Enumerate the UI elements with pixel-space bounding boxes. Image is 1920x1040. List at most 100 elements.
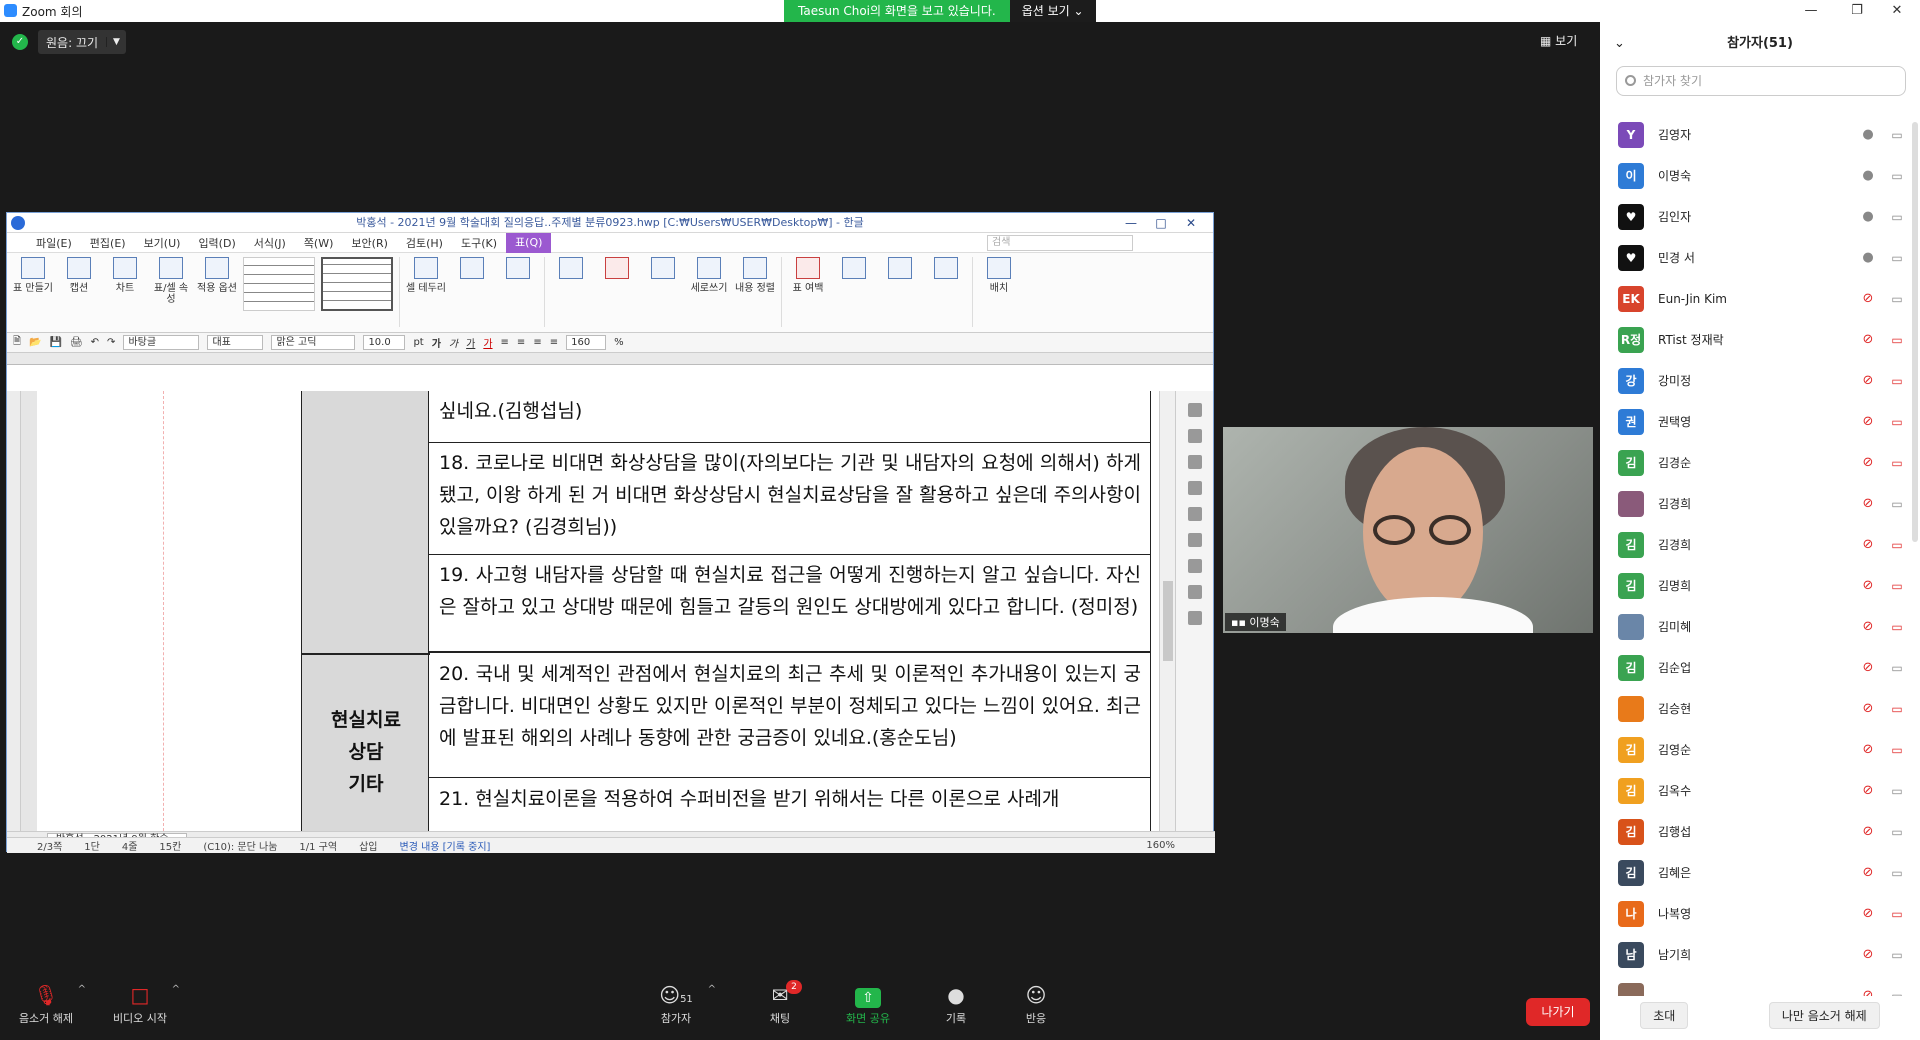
line-spacing-input[interactable]: 160 [566, 335, 607, 350]
menu-view[interactable]: 보기(U) [135, 235, 190, 251]
menu-edit[interactable]: 편집(E) [81, 235, 135, 251]
leave-button[interactable]: 나가기 [1526, 998, 1590, 1026]
save-icon[interactable]: 💾 [50, 337, 62, 348]
participant-row[interactable]: 나 나복영 ⊘ ▭ [1600, 893, 1920, 934]
participant-row[interactable]: 김 김경순 ⊘ ▭ [1600, 442, 1920, 483]
menu-security[interactable]: 보안(R) [342, 235, 396, 251]
side-tool-icon[interactable] [1187, 429, 1202, 443]
side-tool-icon[interactable] [1187, 455, 1202, 469]
participant-row[interactable]: 김 김경희 ⊘ ▭ [1600, 524, 1920, 565]
ribbon-cell-props[interactable]: 표/셀 속성 [151, 257, 191, 305]
participant-row[interactable]: 남 남기희 ⊘ ▭ [1600, 934, 1920, 975]
ribbon-chart[interactable]: 차트 [105, 257, 145, 294]
align-right-icon[interactable]: ≡ [533, 337, 541, 348]
print-icon[interactable]: 🖨 [70, 337, 83, 348]
invite-button[interactable]: 초대 [1640, 1001, 1689, 1029]
minimize-icon[interactable]: — [1788, 0, 1834, 22]
view-button[interactable]: ▦ 보기 [1540, 32, 1577, 49]
open-icon[interactable]: 📂 [29, 337, 41, 348]
side-tool-icon[interactable] [1187, 403, 1202, 417]
new-doc-icon[interactable]: 🗎 [13, 334, 21, 351]
participant-row[interactable]: 김경희 ⊘ ▭ [1600, 483, 1920, 524]
hwp-search-input[interactable]: 검색 [987, 234, 1133, 251]
participant-row[interactable]: ♥ 민경 서 ● ▭ [1600, 237, 1920, 278]
participant-search-input[interactable]: 참가자 찾기 [1616, 66, 1906, 96]
side-tool-icon[interactable] [1187, 585, 1202, 599]
unmute-button[interactable]: 🎙 음소거 해제 ^ [6, 980, 86, 1026]
bold-icon[interactable]: 가 [432, 335, 441, 350]
participant-row[interactable]: 김승현 ⊘ ▭ [1600, 688, 1920, 729]
ribbon-caption[interactable]: 캡션 [59, 257, 99, 294]
hwp-maximize-icon[interactable]: □ [1147, 213, 1175, 233]
audio-options-caret[interactable]: ^ [78, 984, 86, 995]
close-icon[interactable]: ✕ [1874, 0, 1920, 22]
video-options-caret[interactable]: ^ [172, 984, 180, 995]
participants-caret[interactable]: ^ [708, 984, 716, 995]
participant-row[interactable]: 김 김행섭 ⊘ ▭ [1600, 811, 1920, 852]
question-row[interactable]: 18. 코로나로 비대면 화상상담을 많이(자의보다는 기관 및 내담자의 요청… [429, 443, 1151, 555]
chat-button[interactable]: ✉ 2 채팅 [740, 980, 820, 1026]
question-row[interactable]: 21. 현실치료이론을 적용하여 수퍼비전을 받기 위해서는 다른 이론으로 사… [429, 779, 1151, 831]
align-justify-icon[interactable]: ≡ [550, 337, 558, 348]
ribbon-apply-options[interactable]: 적용 옵션 [197, 257, 237, 294]
ribbon-line-style[interactable] [498, 257, 538, 283]
participant-row[interactable]: 강 강미정 ⊘ ▭ [1600, 360, 1920, 401]
ribbon-line-color[interactable] [452, 257, 492, 283]
scrollbar-thumb[interactable] [1163, 581, 1173, 661]
ribbon-insert-row[interactable] [551, 257, 591, 283]
font-color-icon[interactable]: 가 [483, 335, 492, 350]
font-select[interactable]: 맑은 고딕 [271, 335, 356, 350]
chevron-down-icon[interactable]: ⌄ [1614, 22, 1625, 66]
chevron-down-icon[interactable]: ▼ [106, 37, 126, 47]
question-row[interactable]: 19. 사고형 내담자를 상담할 때 현실치료 접근을 어떻게 진행하는지 알고… [429, 555, 1151, 653]
style-select[interactable]: 바탕글 [123, 335, 200, 350]
menu-insert[interactable]: 입력(D) [189, 235, 244, 251]
menu-page[interactable]: 쪽(W) [295, 235, 343, 251]
font-size-input[interactable]: 10.0 [363, 335, 406, 350]
table-style-preview-selected[interactable] [321, 257, 393, 311]
align-left-icon[interactable]: ≡ [501, 337, 509, 348]
participant-row[interactable]: EK Eun-Jin Kim ⊘ ▭ [1600, 278, 1920, 319]
hwp-minimize-icon[interactable]: — [1117, 213, 1145, 233]
unmute-me-button[interactable]: 나만 음소거 해제 [1768, 1001, 1880, 1029]
menu-file[interactable]: 파일(E) [27, 235, 81, 251]
align-center-icon[interactable]: ≡ [517, 337, 525, 348]
reactions-button[interactable]: ☺ 반응 [996, 980, 1076, 1026]
participant-video-tile[interactable]: ▪▪ 이명숙 [1223, 427, 1593, 633]
side-tool-icon[interactable] [1187, 611, 1202, 625]
original-sound-button[interactable]: 원음: 끄기 ▼ [38, 30, 126, 54]
view-options-button[interactable]: 옵션 보기 ⌄ [1009, 0, 1096, 22]
participant-list[interactable]: Y 김영자 ● ▭ 이 이명숙 ● ▭ ♥ 김인자 ● ▭ ♥ 민경 서 ● ▭ EK Eun-Jin Kim ⊘ ▭… [1600, 114, 1920, 996]
lang-select[interactable]: 대표 [207, 335, 264, 350]
table-style-preview[interactable] [243, 257, 315, 311]
ribbon-align[interactable]: 내용 정렬 [735, 257, 775, 294]
ribbon-cell-border[interactable]: 셀 테두리 [406, 257, 446, 294]
ribbon-row-height[interactable] [834, 257, 874, 283]
document-scrollbar[interactable] [1159, 391, 1175, 831]
menu-format[interactable]: 서식(J) [245, 235, 295, 251]
participants-button[interactable]: ☺51 참가자 ^ [636, 980, 716, 1026]
participant-row[interactable]: 김 김영순 ⊘ ▭ [1600, 729, 1920, 770]
participant-row[interactable]: 김미혜 ⊘ ▭ [1600, 606, 1920, 647]
status-track-changes[interactable]: 변경 내용 [기록 중지] [400, 838, 491, 853]
participant-row[interactable]: 김 김순업 ⊘ ▭ [1600, 647, 1920, 688]
participant-list-scrollbar[interactable] [1912, 122, 1918, 542]
start-video-button[interactable]: □ 비디오 시작 ^ [100, 980, 180, 1026]
shield-icon[interactable]: ✓ [12, 34, 28, 50]
participant-row[interactable]: ♥ 김인자 ● ▭ [1600, 196, 1920, 237]
status-insert-mode[interactable]: 삽입 [359, 838, 377, 853]
document-area[interactable]: 현실치료 상담 기타 싶네요.(김행섭님) 18. 코로나로 비대면 화상상담을… [7, 391, 1177, 831]
side-tool-icon[interactable] [1187, 533, 1202, 547]
question-row[interactable]: 20. 국내 및 세계적인 관점에서 현실치료의 최근 추세 및 이론적인 추가… [429, 654, 1151, 778]
side-tool-icon[interactable] [1187, 559, 1202, 573]
share-screen-button[interactable]: ⇧ 화면 공유 [828, 980, 908, 1026]
question-row[interactable]: 싶네요.(김행섭님) [429, 391, 1151, 443]
menu-tools[interactable]: 도구(K) [452, 235, 506, 251]
undo-icon[interactable]: ↶ [91, 337, 99, 348]
ribbon-arrange[interactable]: 배치 [979, 257, 1019, 294]
ribbon-vertical-text[interactable]: 세로쓰기 [689, 257, 729, 294]
ribbon-merge[interactable] [643, 257, 683, 283]
side-tool-icon[interactable] [1187, 507, 1202, 521]
participant-row[interactable]: Y 김영자 ● ▭ [1600, 114, 1920, 155]
participant-row[interactable]: R정 RTist 정재락 ⊘ ▭ [1600, 319, 1920, 360]
